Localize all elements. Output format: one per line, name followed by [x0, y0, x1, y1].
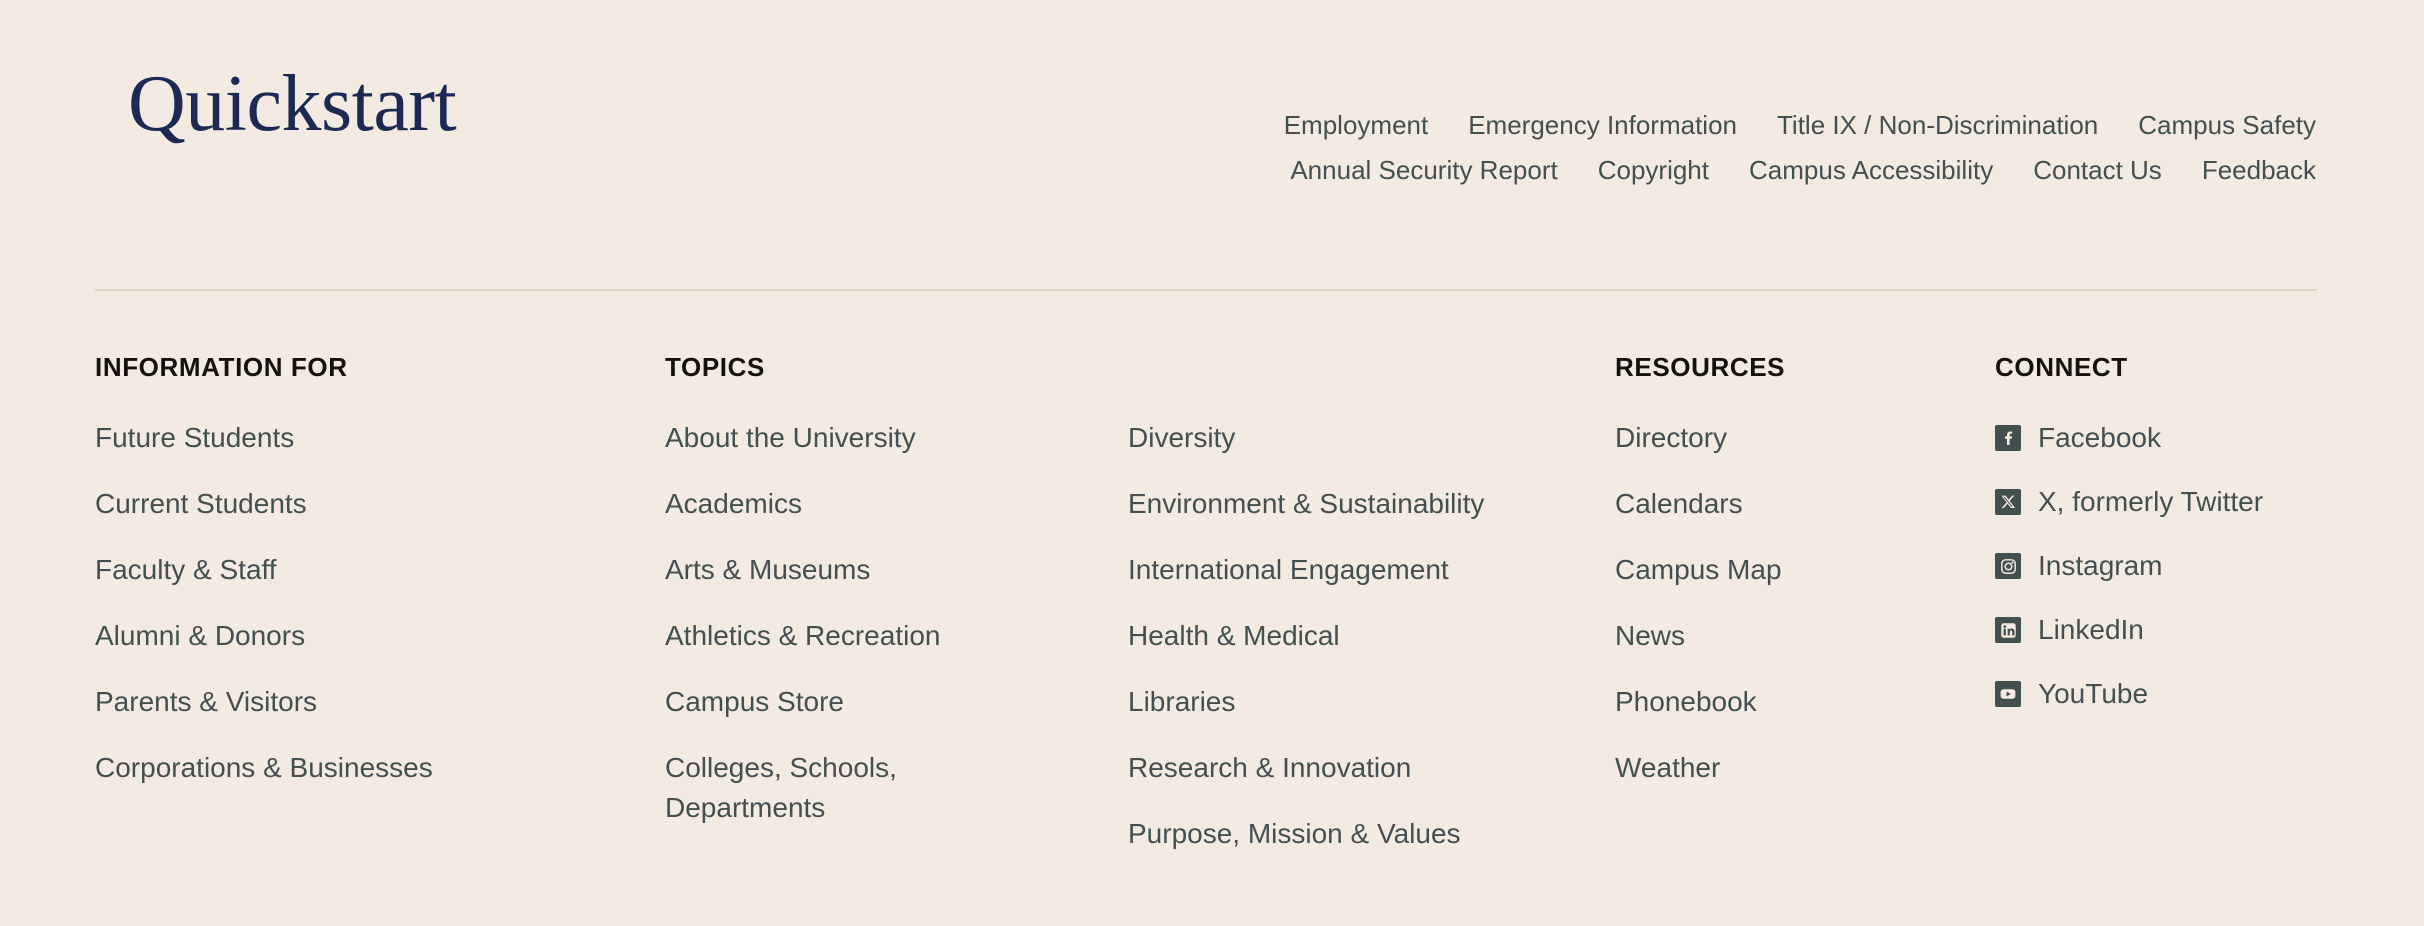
list-item: Academics: [665, 484, 1095, 524]
link-list-information-for: Future Students Current Students Faculty…: [95, 418, 615, 788]
list-item: Colleges, Schools, Departments: [665, 748, 1095, 828]
list-item: LinkedIn: [1995, 610, 2375, 650]
footer-column-connect: CONNECT Facebook X: [1995, 352, 2375, 714]
column-heading-connect: CONNECT: [1995, 352, 2375, 382]
footer-link-purpose-mission-values[interactable]: Purpose, Mission & Values: [1128, 814, 1461, 854]
list-item: Facebook: [1995, 418, 2375, 458]
footer-link-calendars[interactable]: Calendars: [1615, 484, 1743, 524]
list-item: Libraries: [1128, 682, 1568, 722]
footer-link-health-medical[interactable]: Health & Medical: [1128, 616, 1340, 656]
list-item: Diversity: [1128, 418, 1568, 458]
footer-column-resources: RESOURCES Directory Calendars Campus Map…: [1615, 352, 1955, 788]
social-link-linkedin[interactable]: LinkedIn: [2038, 610, 2144, 650]
list-item: Future Students: [95, 418, 615, 458]
utility-link-campus-accessibility[interactable]: Campus Accessibility: [1749, 153, 1993, 187]
site-logo-text: Quickstart: [128, 62, 456, 146]
list-item: Instagram: [1995, 546, 2375, 586]
youtube-icon: [1995, 681, 2021, 707]
link-list-topics-primary: About the University Academics Arts & Mu…: [665, 418, 1095, 828]
footer-link-libraries[interactable]: Libraries: [1128, 682, 1235, 722]
list-item: Purpose, Mission & Values: [1128, 814, 1568, 854]
footer-link-directory[interactable]: Directory: [1615, 418, 1727, 458]
footer-column-topics: TOPICS About the University Academics Ar…: [665, 352, 1095, 828]
footer-column-information-for: INFORMATION FOR Future Students Current …: [95, 352, 615, 788]
social-link-youtube[interactable]: YouTube: [2038, 674, 2148, 714]
footer-column-topics-secondary: TOPICS Diversity Environment & Sustainab…: [1128, 352, 1568, 854]
site-footer: Quickstart Employment Emergency Informat…: [0, 0, 2424, 926]
footer-link-future-students[interactable]: Future Students: [95, 418, 294, 458]
list-item: Calendars: [1615, 484, 1955, 524]
link-list-topics-secondary: Diversity Environment & Sustainability I…: [1128, 418, 1568, 854]
utility-link-title-ix-non-discrimination[interactable]: Title IX / Non-Discrimination: [1777, 108, 2098, 142]
footer-link-research-innovation[interactable]: Research & Innovation: [1128, 748, 1411, 788]
list-item: Phonebook: [1615, 682, 1955, 722]
facebook-icon: [1995, 425, 2021, 451]
utility-link-annual-security-report[interactable]: Annual Security Report: [1290, 153, 1557, 187]
footer-link-parents-visitors[interactable]: Parents & Visitors: [95, 682, 317, 722]
column-heading-topics: TOPICS: [665, 352, 1095, 382]
list-item: YouTube: [1995, 674, 2375, 714]
footer-top-band: Quickstart Employment Emergency Informat…: [0, 0, 2424, 289]
footer-link-arts-museums[interactable]: Arts & Museums: [665, 550, 870, 590]
utility-nav-row-2: Annual Security Report Copyright Campus …: [1020, 153, 2316, 187]
footer-link-diversity[interactable]: Diversity: [1128, 418, 1235, 458]
list-item: Weather: [1615, 748, 1955, 788]
footer-link-environment-sustainability[interactable]: Environment & Sustainability: [1128, 484, 1484, 524]
footer-link-colleges-schools-departments[interactable]: Colleges, Schools, Departments: [665, 748, 965, 828]
social-link-x-twitter[interactable]: X, formerly Twitter: [2038, 482, 2263, 522]
footer-link-news[interactable]: News: [1615, 616, 1685, 656]
list-item: Environment & Sustainability: [1128, 484, 1568, 524]
utility-link-feedback[interactable]: Feedback: [2202, 153, 2316, 187]
footer-link-faculty-staff[interactable]: Faculty & Staff: [95, 550, 277, 590]
list-item: Directory: [1615, 418, 1955, 458]
column-heading-information-for: INFORMATION FOR: [95, 352, 615, 382]
footer-link-about-the-university[interactable]: About the University: [665, 418, 916, 458]
utility-navigation: Employment Emergency Information Title I…: [1020, 108, 2316, 198]
list-item: Current Students: [95, 484, 615, 524]
list-item: Alumni & Donors: [95, 616, 615, 656]
footer-link-phonebook[interactable]: Phonebook: [1615, 682, 1757, 722]
instagram-icon: [1995, 553, 2021, 579]
footer-link-current-students[interactable]: Current Students: [95, 484, 307, 524]
list-item: Health & Medical: [1128, 616, 1568, 656]
utility-link-campus-safety[interactable]: Campus Safety: [2138, 108, 2316, 142]
list-item: International Engagement: [1128, 550, 1568, 590]
utility-link-copyright[interactable]: Copyright: [1598, 153, 1709, 187]
footer-divider: [95, 289, 2317, 291]
social-link-list: Facebook X, formerly Twitter: [1995, 418, 2375, 714]
list-item: Corporations & Businesses: [95, 748, 615, 788]
utility-link-contact-us[interactable]: Contact Us: [2033, 153, 2162, 187]
social-link-instagram[interactable]: Instagram: [2038, 546, 2163, 586]
linkedin-icon: [1995, 617, 2021, 643]
utility-nav-row-1: Employment Emergency Information Title I…: [1020, 108, 2316, 142]
footer-link-weather[interactable]: Weather: [1615, 748, 1720, 788]
list-item: About the University: [665, 418, 1095, 458]
list-item: Faculty & Staff: [95, 550, 615, 590]
footer-link-campus-store[interactable]: Campus Store: [665, 682, 844, 722]
list-item: Research & Innovation: [1128, 748, 1568, 788]
utility-link-employment[interactable]: Employment: [1284, 108, 1429, 142]
footer-link-alumni-donors[interactable]: Alumni & Donors: [95, 616, 305, 656]
list-item: Arts & Museums: [665, 550, 1095, 590]
social-link-facebook[interactable]: Facebook: [2038, 418, 2161, 458]
list-item: Campus Map: [1615, 550, 1955, 590]
link-list-resources: Directory Calendars Campus Map News Phon…: [1615, 418, 1955, 788]
footer-link-athletics-recreation[interactable]: Athletics & Recreation: [665, 616, 940, 656]
site-logo[interactable]: Quickstart: [128, 62, 456, 146]
footer-link-academics[interactable]: Academics: [665, 484, 802, 524]
footer-link-corporations-businesses[interactable]: Corporations & Businesses: [95, 748, 433, 788]
utility-link-emergency-information[interactable]: Emergency Information: [1468, 108, 1737, 142]
list-item: Campus Store: [665, 682, 1095, 722]
footer-link-international-engagement[interactable]: International Engagement: [1128, 550, 1449, 590]
x-twitter-icon: [1995, 489, 2021, 515]
column-heading-resources: RESOURCES: [1615, 352, 1955, 382]
list-item: Parents & Visitors: [95, 682, 615, 722]
list-item: X, formerly Twitter: [1995, 482, 2375, 522]
list-item: News: [1615, 616, 1955, 656]
list-item: Athletics & Recreation: [665, 616, 1095, 656]
footer-link-campus-map[interactable]: Campus Map: [1615, 550, 1782, 590]
